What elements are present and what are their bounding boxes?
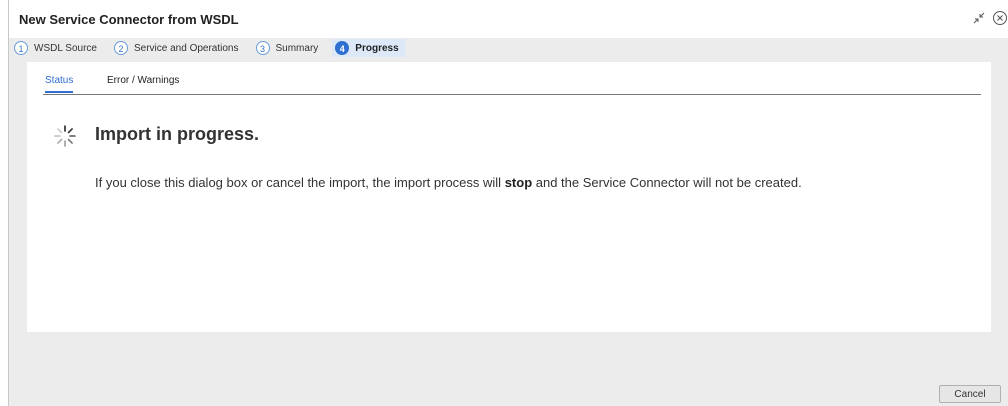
close-icon[interactable] (991, 9, 1008, 27)
step-number: 3 (255, 41, 270, 55)
step-wsdl-source[interactable]: 1 WSDL Source (11, 39, 103, 57)
window-controls (970, 9, 1008, 27)
collapse-arrows-icon[interactable] (970, 9, 988, 27)
status-message: If you close this dialog box or cancel t… (95, 175, 802, 190)
tab-error-warnings[interactable]: Error / Warnings (107, 75, 179, 92)
step-summary[interactable]: 3 Summary (253, 39, 325, 57)
tab-status[interactable]: Status (45, 75, 74, 93)
step-number: 1 (14, 41, 28, 55)
message-text: and the Service Connector will not be cr… (532, 175, 802, 190)
loading-spinner-icon (54, 125, 76, 147)
wizard-steps: 1 WSDL Source 2 Service and Operations 3… (9, 38, 1008, 58)
step-number: 4 (335, 41, 350, 55)
tab-bar: Status Error / Warnings (43, 72, 981, 95)
step-service-and-operations[interactable]: 2 Service and Operations (111, 39, 245, 57)
cancel-button[interactable]: Cancel (939, 385, 1001, 403)
dialog-title: New Service Connector from WSDL (19, 12, 239, 27)
title-bar: New Service Connector from WSDL (9, 0, 1008, 38)
dialog: New Service Connector from WSDL 1 WSDL S… (8, 0, 1008, 406)
step-label: Progress (355, 42, 399, 54)
step-progress[interactable]: 4 Progress (332, 39, 405, 57)
step-label: Summary (275, 42, 319, 54)
content-panel: Status Error / Warnings Import in progre… (27, 62, 991, 332)
step-label: Service and Operations (133, 42, 239, 54)
message-text: If you close this dialog box or cancel t… (95, 175, 505, 190)
step-label: WSDL Source (34, 42, 97, 54)
step-number: 2 (113, 41, 128, 55)
message-bold: stop (504, 175, 533, 190)
status-title: Import in progress. (95, 124, 260, 144)
